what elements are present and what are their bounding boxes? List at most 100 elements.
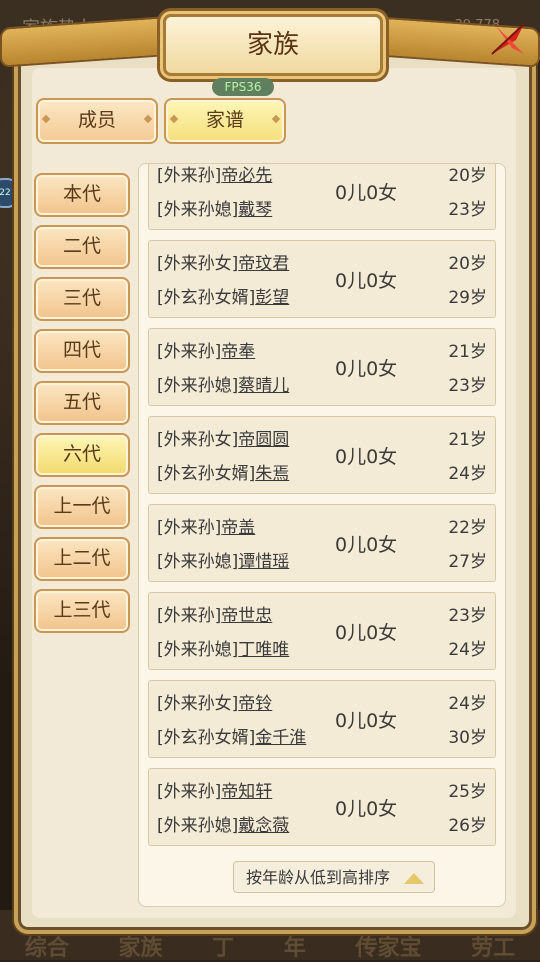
spouse-line: [外来孙媳]丁唯唯	[157, 635, 289, 660]
couple-row: [外来孙]帝盖 [外来孙媳]谭惜瑶 0儿0女 22岁 27岁	[148, 504, 496, 582]
children-count: 0儿0女	[335, 358, 398, 380]
spouse-line: [外来孙媳]戴念薇	[157, 811, 289, 836]
member-name-link[interactable]: 帝玟君	[238, 254, 289, 274]
spouse-age: 23岁	[448, 200, 487, 220]
generation-button[interactable]: 本代	[34, 173, 130, 217]
generation-button[interactable]: 六代	[34, 433, 130, 477]
couple-row: [外来孙]帝知轩 [外来孙媳]戴念薇 0儿0女 25岁 26岁	[148, 768, 496, 846]
member-name-link[interactable]: 帝奉	[221, 342, 255, 362]
generation-label: 六代	[62, 443, 101, 465]
member-role: [外来孙女]	[157, 430, 239, 450]
member-name-link[interactable]: 帝必先	[221, 166, 272, 186]
generation-label: 上二代	[53, 547, 111, 569]
bottom-tab[interactable]: 丁	[212, 930, 234, 962]
title-plate: 家族	[163, 14, 383, 76]
generation-button[interactable]: 上三代	[34, 589, 130, 633]
member-role: [外来孙]	[157, 606, 222, 626]
member-age: 21岁	[448, 430, 487, 450]
generation-label: 上三代	[53, 599, 111, 621]
member-name-link[interactable]: 帝铃	[238, 694, 272, 714]
spouse-role: [外来孙媳]	[157, 200, 239, 220]
member-line: [外来孙]帝知轩	[157, 777, 272, 802]
member-line: [外来孙女]帝玟君	[157, 249, 289, 274]
sort-ascending-icon	[404, 873, 424, 884]
member-name-link[interactable]: 帝圆圆	[238, 430, 289, 450]
member-line: [外来孙]帝盖	[157, 513, 255, 538]
member-name-link[interactable]: 帝知轩	[221, 782, 272, 802]
member-name-link[interactable]: 帝世忠	[221, 606, 272, 626]
generation-label: 三代	[62, 287, 101, 309]
spouse-line: [外来孙媳]蔡晴儿	[157, 371, 289, 396]
generation-button[interactable]: 上二代	[34, 537, 130, 581]
sort-label: 按年龄从低到高排序	[246, 868, 391, 887]
spouse-age: 27岁	[448, 552, 487, 572]
spouse-age: 30岁	[448, 728, 487, 748]
generation-label: 四代	[62, 339, 101, 361]
couple-row: [外来孙]帝世忠 [外来孙媳]丁唯唯 0儿0女 23岁 24岁	[148, 592, 496, 670]
dialog-title: 家族	[246, 30, 299, 60]
member-role: [外来孙]	[157, 518, 222, 538]
children-count: 0儿0女	[335, 710, 398, 732]
bottom-tab[interactable]: 劳工	[471, 930, 515, 962]
generation-button[interactable]: 五代	[34, 381, 130, 425]
member-line: [外来孙]帝奉	[157, 337, 255, 362]
tab-members[interactable]: 成员	[36, 98, 158, 144]
spouse-line: [外玄孙女婿]朱焉	[157, 459, 289, 484]
spouse-name-link[interactable]: 金千淮	[255, 728, 306, 748]
children-count: 0儿0女	[335, 270, 398, 292]
spouse-name-link[interactable]: 彭望	[255, 288, 289, 308]
spouse-name-link[interactable]: 戴念薇	[238, 816, 289, 836]
tab-members-label: 成员	[77, 109, 116, 131]
spouse-name-link[interactable]: 谭惜瑶	[238, 552, 289, 572]
bottom-tab[interactable]: 综合	[25, 930, 69, 962]
couple-list[interactable]: [外来孙]帝知轩 [外来孙媳]戴念薇 0儿0女 25岁 26岁 [外来孙女]帝铃 [外玄孙女…	[138, 163, 506, 907]
spouse-age: 26岁	[448, 816, 487, 836]
fps-indicator: FPS36	[212, 78, 274, 96]
tab-family-tree[interactable]: 家谱	[164, 98, 286, 144]
children-count: 0儿0女	[335, 622, 398, 644]
spouse-role: [外玄孙女婿]	[157, 728, 256, 748]
generation-button[interactable]: 上一代	[34, 485, 130, 529]
tab-family-tree-label: 家谱	[205, 109, 244, 131]
close-button[interactable]	[486, 18, 530, 62]
generation-button[interactable]: 三代	[34, 277, 130, 321]
bottom-tab[interactable]: 传家宝	[355, 930, 421, 962]
bottom-tab[interactable]: 年	[284, 930, 306, 962]
spouse-role: [外来孙媳]	[157, 552, 239, 572]
member-age: 20岁	[448, 166, 487, 186]
generation-label: 二代	[62, 235, 101, 257]
children-count: 0儿0女	[335, 798, 398, 820]
spouse-age: 24岁	[448, 464, 487, 484]
spouse-name-link[interactable]: 戴琴	[238, 200, 272, 220]
couple-row: [外来孙女]帝铃 [外玄孙女婿]金千淮 0儿0女 24岁 30岁	[148, 680, 496, 758]
member-line: [外来孙]帝必先	[157, 164, 272, 186]
generation-button[interactable]: 二代	[34, 225, 130, 269]
couple-row: [外来孙]帝奉 [外来孙媳]蔡晴儿 0儿0女 21岁 23岁	[148, 328, 496, 406]
member-age: 21岁	[448, 342, 487, 362]
sort-button[interactable]: 按年龄从低到高排序	[233, 861, 435, 893]
bottom-tab[interactable]: 家族	[118, 930, 162, 962]
generation-button[interactable]: 四代	[34, 329, 130, 373]
couple-row: [外来孙女]帝圆圆 [外玄孙女婿]朱焉 0儿0女 21岁 24岁	[148, 416, 496, 494]
member-name-link[interactable]: 帝盖	[221, 518, 255, 538]
spouse-line: [外来孙媳]戴琴	[157, 195, 272, 220]
spouse-role: [外来孙媳]	[157, 816, 239, 836]
children-count: 0儿0女	[335, 446, 398, 468]
member-role: [外来孙女]	[157, 694, 239, 714]
spouse-age: 24岁	[448, 640, 487, 660]
member-age: 23岁	[448, 606, 487, 626]
spouse-name-link[interactable]: 朱焉	[255, 464, 289, 484]
member-role: [外来孙女]	[157, 254, 239, 274]
couple-row: [外来孙]帝必先 [外来孙媳]戴琴 0儿0女 20岁 23岁	[148, 164, 496, 230]
spouse-name-link[interactable]: 蔡晴儿	[238, 376, 289, 396]
member-age: 20岁	[448, 254, 487, 274]
couple-row: [外来孙女]帝玟君 [外玄孙女婿]彭望 0儿0女 20岁 29岁	[148, 240, 496, 318]
member-role: [外来孙]	[157, 342, 222, 362]
generation-label: 五代	[62, 391, 101, 413]
member-role: [外来孙]	[157, 782, 222, 802]
spouse-line: [外玄孙女婿]彭望	[157, 283, 289, 308]
member-line: [外来孙女]帝圆圆	[157, 425, 289, 450]
spouse-name-link[interactable]: 丁唯唯	[238, 640, 289, 660]
member-age: 22岁	[448, 518, 487, 538]
spouse-age: 29岁	[448, 288, 487, 308]
